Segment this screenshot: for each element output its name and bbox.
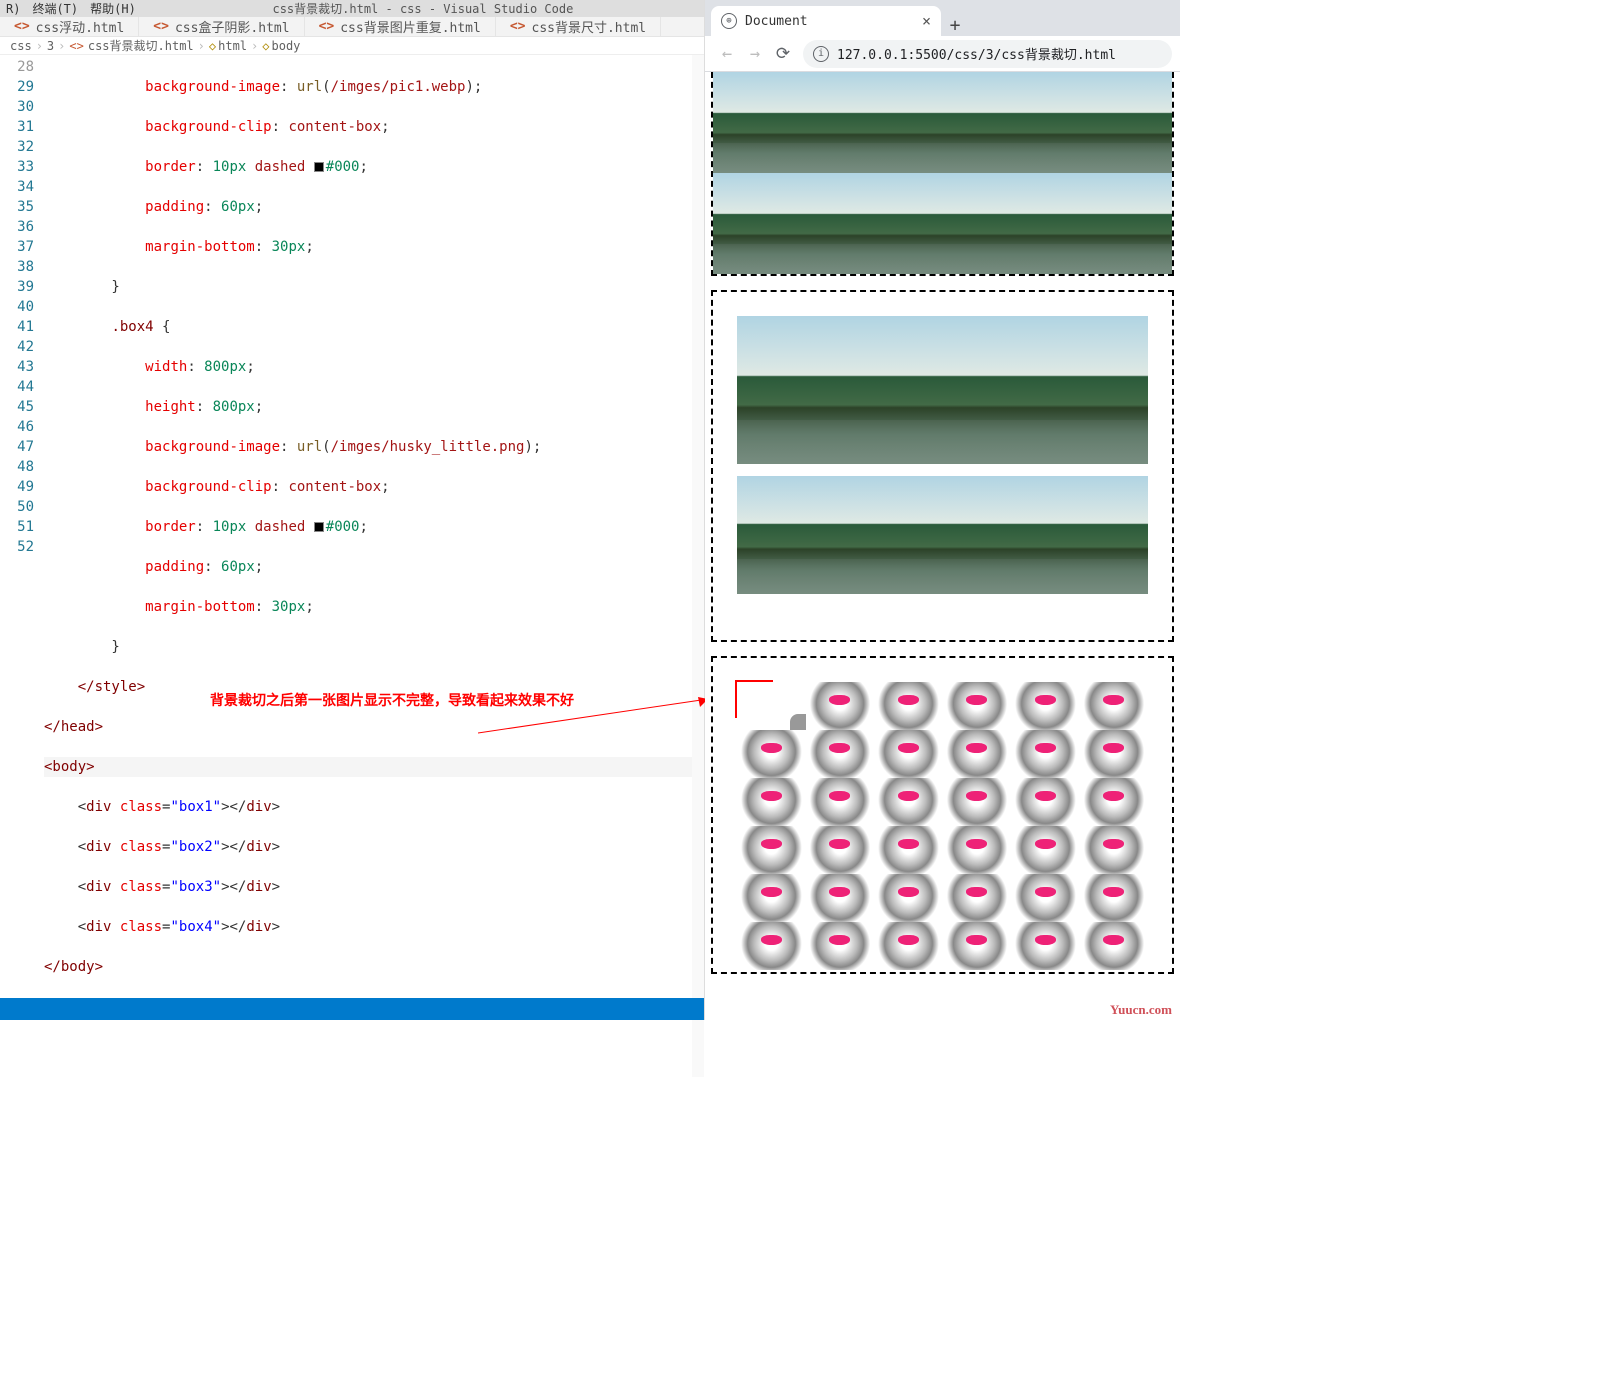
husky-tile — [943, 874, 1012, 922]
tab-label: css盒子阴影.html — [175, 17, 290, 36]
husky-tile — [1080, 682, 1149, 730]
tab-label: css浮动.html — [36, 17, 125, 36]
new-tab-button[interactable]: + — [941, 15, 969, 36]
husky-tile — [737, 922, 806, 970]
husky-tile — [943, 730, 1012, 778]
menu-help[interactable]: 帮助(H) — [90, 0, 136, 17]
husky-tile — [1080, 826, 1149, 874]
breadcrumb: css› 3› <> css背景裁切.html› ◇ html› ◇ body — [0, 37, 704, 55]
preview-box3 — [711, 290, 1174, 642]
husky-tile — [1011, 778, 1080, 826]
husky-tile — [1011, 730, 1080, 778]
husky-tile — [806, 826, 875, 874]
menubar: R) 终端(T) 帮助(H) css背景裁切.html - css - Visu… — [0, 0, 704, 17]
line-gutter: 2829303132333435363738394041424344454647… — [0, 55, 44, 1077]
husky-tile — [1011, 922, 1080, 970]
page-viewport[interactable] — [705, 72, 1180, 1020]
menu-terminal[interactable]: 终端(T) — [32, 0, 78, 17]
husky-tile — [1080, 730, 1149, 778]
husky-tile — [737, 778, 806, 826]
vscode-window: R) 终端(T) 帮助(H) css背景裁切.html - css - Visu… — [0, 0, 705, 1020]
husky-tile-grid — [737, 682, 1148, 970]
reload-button[interactable]: ⟳ — [769, 44, 797, 64]
menu-r[interactable]: R) — [6, 2, 20, 16]
tab-repeat[interactable]: <> css背景图片重复.html — [305, 17, 496, 36]
breadcrumb-item[interactable]: css背景裁切.html — [88, 37, 194, 54]
husky-tile — [737, 730, 806, 778]
husky-tile — [874, 778, 943, 826]
back-button[interactable]: ← — [713, 44, 741, 64]
browser-tab[interactable]: ⊕ Document × — [711, 6, 941, 36]
tab-size[interactable]: <> css背景尺寸.html — [496, 17, 661, 36]
preview-box1 — [711, 72, 1174, 276]
breadcrumb-item[interactable]: html — [218, 39, 247, 53]
globe-icon: ⊕ — [721, 13, 737, 29]
color-swatch-icon — [314, 162, 324, 172]
breadcrumb-item[interactable]: 3 — [47, 39, 54, 53]
html-file-icon: <> — [510, 19, 526, 34]
site-info-icon[interactable]: i — [813, 46, 829, 62]
html-file-icon: <> — [153, 19, 169, 34]
husky-tile — [943, 682, 1012, 730]
husky-tile — [874, 682, 943, 730]
minimap[interactable] — [692, 55, 704, 1077]
breadcrumb-item[interactable]: body — [272, 39, 301, 53]
landscape-image — [737, 316, 1148, 464]
husky-tile — [806, 778, 875, 826]
husky-tile — [737, 874, 806, 922]
husky-tile — [1080, 922, 1149, 970]
code-area[interactable]: background-image: url(/imges/pic1.webp);… — [44, 55, 704, 1077]
url-text: 127.0.0.1:5500/css/3/css背景裁切.html — [837, 44, 1116, 63]
html-file-icon: <> — [319, 19, 335, 34]
tab-label: css背景尺寸.html — [532, 17, 647, 36]
landscape-image — [713, 72, 943, 173]
browser-toolbar: ← → ⟳ i 127.0.0.1:5500/css/3/css背景裁切.htm… — [705, 36, 1180, 72]
color-swatch-icon — [314, 522, 324, 532]
husky-tile — [806, 922, 875, 970]
app-root: R) 终端(T) 帮助(H) css背景裁切.html - css - Visu… — [0, 0, 1180, 1020]
symbol-icon: ◇ — [209, 39, 216, 53]
html-file-icon: <> — [14, 19, 30, 34]
window-title: css背景裁切.html - css - Visual Studio Code — [148, 0, 698, 17]
landscape-image — [737, 476, 1148, 594]
tab-float[interactable]: <> css浮动.html — [0, 17, 139, 36]
husky-tile — [806, 682, 875, 730]
husky-tile — [737, 682, 806, 730]
landscape-image — [943, 173, 1173, 274]
close-tab-icon[interactable]: × — [922, 12, 931, 30]
address-bar[interactable]: i 127.0.0.1:5500/css/3/css背景裁切.html — [803, 40, 1172, 68]
preview-box4 — [711, 656, 1174, 974]
landscape-image — [713, 173, 943, 274]
tab-label: css背景图片重复.html — [340, 17, 481, 36]
husky-tile — [737, 826, 806, 874]
html-file-icon: <> — [69, 39, 83, 53]
husky-tile — [806, 730, 875, 778]
tab-shadow[interactable]: <> css盒子阴影.html — [139, 17, 304, 36]
husky-tile — [874, 874, 943, 922]
husky-tile — [943, 778, 1012, 826]
husky-tile — [1011, 874, 1080, 922]
breadcrumb-item[interactable]: css — [10, 39, 32, 53]
editor[interactable]: 2829303132333435363738394041424344454647… — [0, 55, 704, 1077]
browser-tab-title: Document — [745, 14, 808, 29]
husky-tile — [806, 874, 875, 922]
forward-button[interactable]: → — [741, 44, 769, 64]
landscape-image — [943, 72, 1173, 173]
symbol-icon: ◇ — [262, 39, 269, 53]
watermark: Yuucn.com — [1110, 1002, 1172, 1018]
husky-tile — [874, 826, 943, 874]
husky-tile — [943, 826, 1012, 874]
status-bar[interactable] — [0, 998, 704, 1020]
husky-tile — [1011, 826, 1080, 874]
husky-tile — [1080, 874, 1149, 922]
husky-tile — [1080, 778, 1149, 826]
browser-window: ⊕ Document × + ← → ⟳ i 127.0.0.1:5500/cs… — [705, 0, 1180, 1020]
husky-tile — [1011, 682, 1080, 730]
husky-tile — [874, 922, 943, 970]
annotation-text: 背景裁切之后第一张图片显示不完整，导致看起来效果不好 — [210, 690, 574, 710]
husky-tile — [943, 922, 1012, 970]
husky-tile — [874, 730, 943, 778]
editor-tabs: <> css浮动.html <> css盒子阴影.html <> css背景图片重复.… — [0, 17, 704, 37]
browser-tabbar: ⊕ Document × + — [705, 0, 1180, 36]
